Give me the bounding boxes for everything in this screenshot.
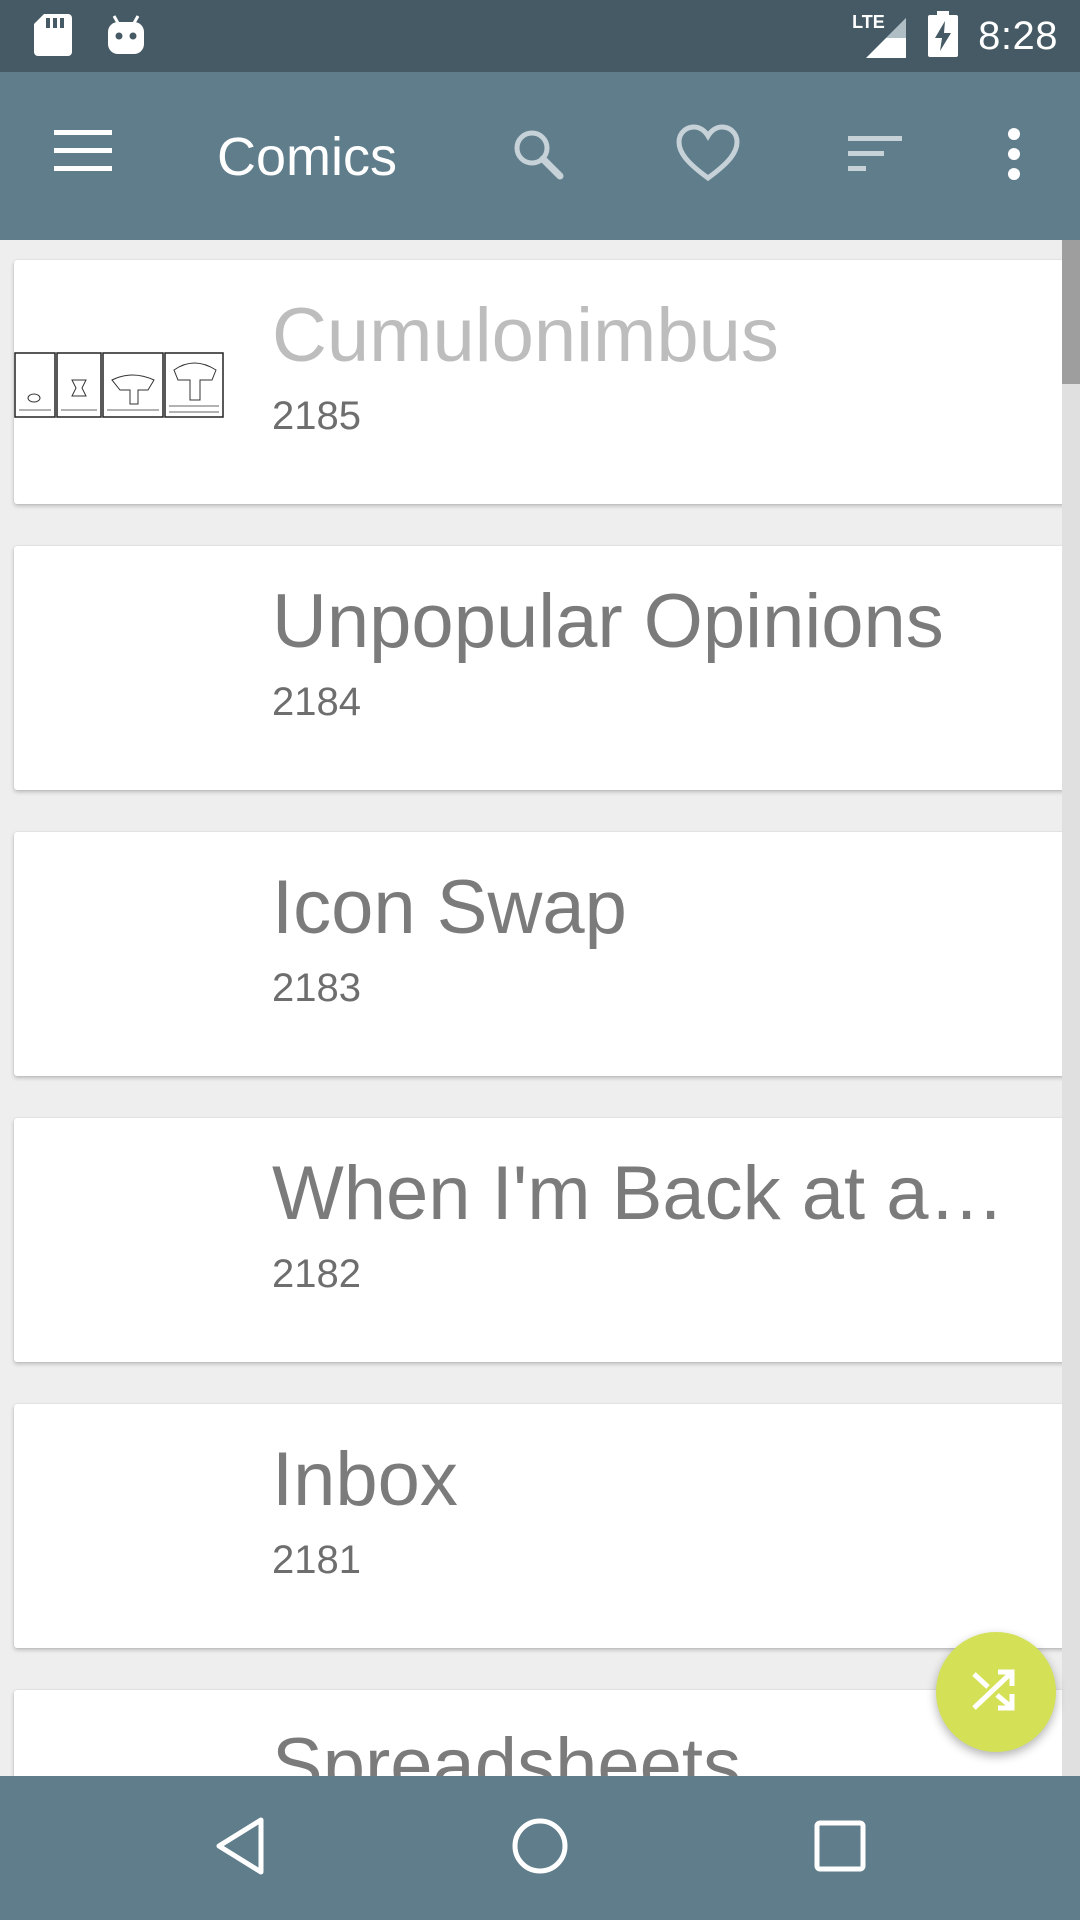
comic-number: 2184 [272,680,361,724]
status-bar: LTE 8:28 [0,0,1080,72]
comic-title: When I'm Back at a… [272,1151,1005,1236]
android-icon [106,14,146,61]
recents-icon [813,1819,867,1878]
random-comic-button[interactable] [936,1632,1056,1752]
comic-card[interactable]: When I'm Back at a… 2182 [14,1118,1066,1362]
shuffle-icon [970,1666,1022,1719]
comic-card[interactable]: Icon Swap 2183 [14,832,1066,1076]
signal-icon: LTE [852,12,908,58]
back-button[interactable] [190,1806,290,1890]
search-icon [508,124,568,189]
comic-title: Unpopular Opinions [272,579,944,664]
app-bar: Comics [0,72,1080,240]
navigation-bar [0,1776,1080,1920]
comic-number: 2181 [272,1538,361,1582]
comic-card[interactable]: Spreadsheets [14,1690,1066,1776]
menu-icon [40,130,118,186]
comic-card[interactable]: Cumulonimbus 2185 [14,260,1066,504]
back-icon [213,1816,267,1881]
comic-thumbnail [14,350,224,420]
status-time: 8:28 [978,13,1058,58]
comic-card[interactable]: Unpopular Opinions 2184 [14,546,1066,790]
favorite-icon [676,123,740,189]
scrollbar-track[interactable] [1062,240,1080,1776]
comic-list[interactable]: Cumulonimbus 2185 Unpopular Opinions 218… [0,240,1080,1776]
comic-number: 2183 [272,966,361,1010]
page-title: Comics [217,127,398,187]
sort-icon [846,132,906,181]
home-icon [510,1816,570,1881]
menu-button[interactable] [40,122,128,190]
recents-button[interactable] [790,1806,890,1890]
more-options-button[interactable] [970,112,1058,200]
battery-charging-icon [928,10,959,62]
comic-card[interactable]: Inbox 2181 [14,1404,1066,1648]
sd-card-icon [34,14,72,61]
sort-button[interactable] [832,112,920,200]
favorites-button[interactable] [664,112,752,200]
comic-title: Cumulonimbus [272,293,779,378]
more-icon [1004,127,1024,186]
comic-title: Spreadsheets [272,1723,741,1776]
home-button[interactable] [490,1806,590,1890]
comic-title: Inbox [272,1437,458,1522]
comic-title: Icon Swap [272,865,627,950]
comic-number: 2185 [272,394,361,438]
scrollbar-thumb[interactable] [1062,240,1080,384]
comic-number: 2182 [272,1252,361,1296]
search-button[interactable] [494,112,582,200]
